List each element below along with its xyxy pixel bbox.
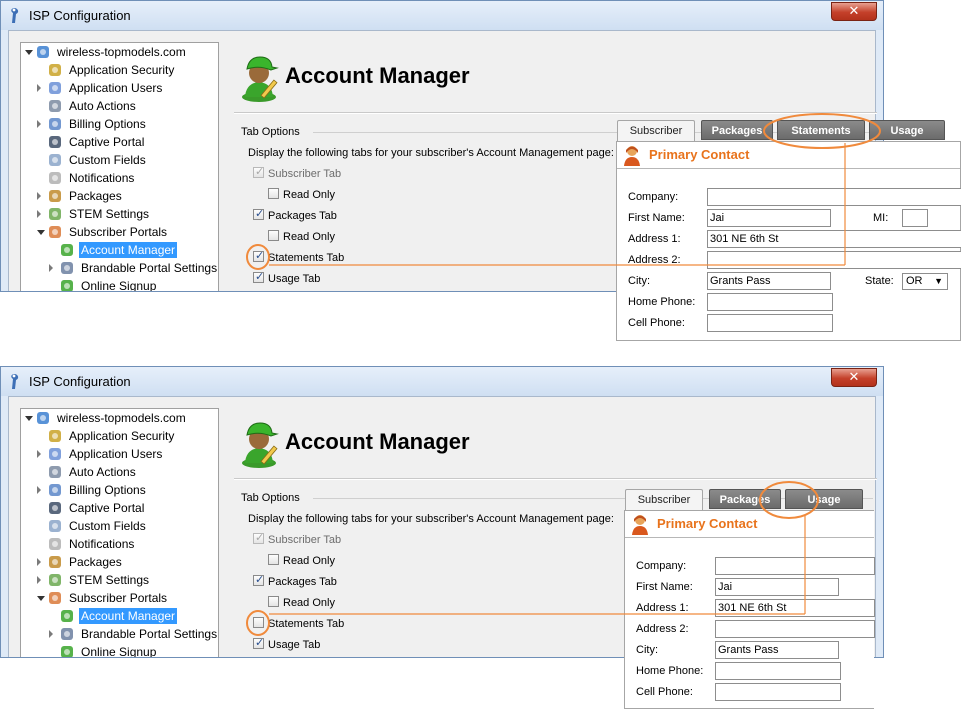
- annotation-overlay: [246, 113, 881, 270]
- highlight-circle-tab: [759, 481, 819, 519]
- highlight-circle-checkbox: [246, 610, 270, 636]
- highlight-circle-tab: [763, 113, 881, 149]
- annotation-overlay: [246, 481, 819, 636]
- screenshot-statements-enabled: ISP Configuration ✕ wireless-topmodels.c…: [0, 0, 961, 341]
- highlight-circle-checkbox: [246, 244, 270, 270]
- screenshot-statements-disabled: ISP Configuration ✕ wireless-topmodels.c…: [0, 366, 961, 709]
